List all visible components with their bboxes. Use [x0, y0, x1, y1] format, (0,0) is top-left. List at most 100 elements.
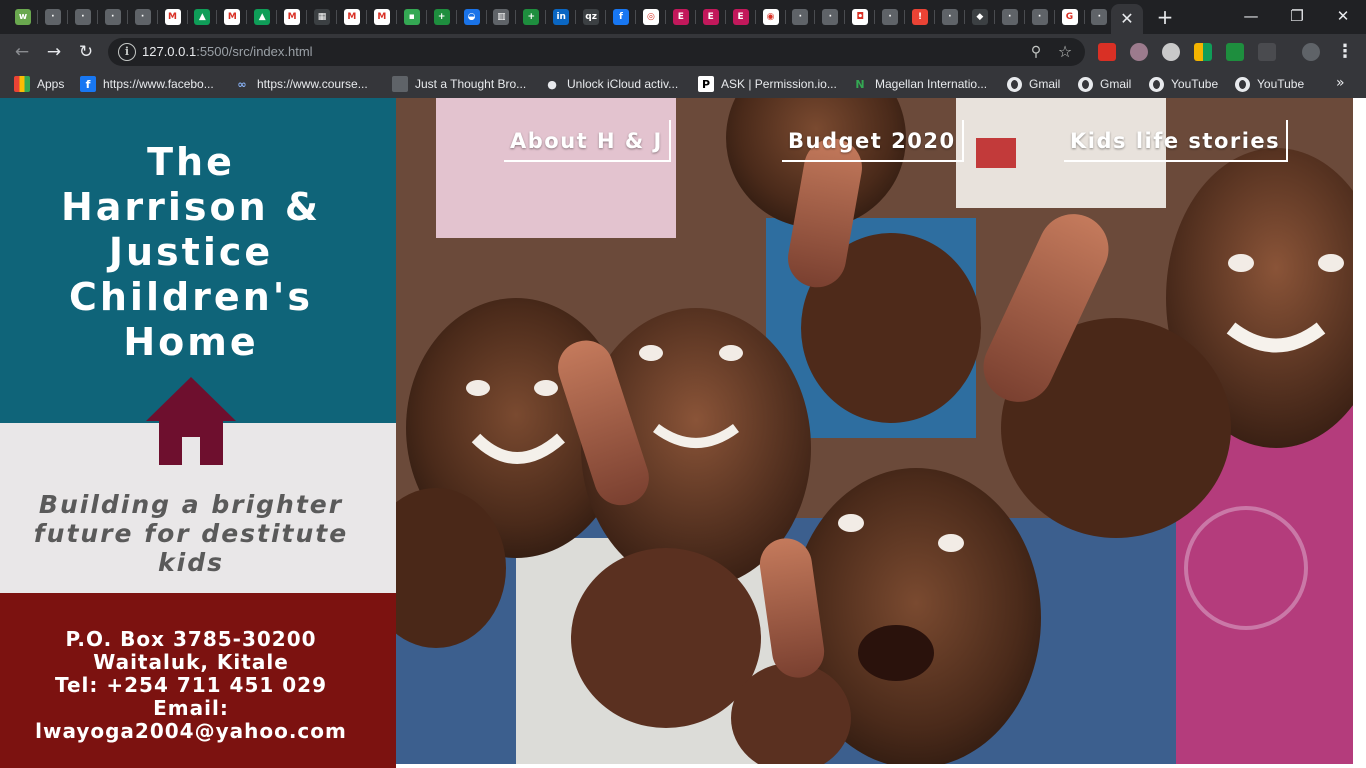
bookmark-item[interactable]: P ASK | Permission.io...: [698, 75, 837, 93]
contact-line: Waitaluk, Kitale: [93, 650, 289, 674]
new-tab-button[interactable]: +: [1154, 6, 1176, 28]
browser-tab[interactable]: E: [728, 5, 756, 29]
browser-tab[interactable]: M: [339, 5, 367, 29]
bookmark-label: Gmail: [1029, 77, 1061, 91]
tab-favicon-icon: +: [523, 9, 540, 25]
window-close-button[interactable]: ✕: [1320, 4, 1366, 28]
tab-favicon-icon: M: [373, 9, 390, 25]
browser-tab[interactable]: ·: [1086, 5, 1115, 29]
browser-tab[interactable]: w: [10, 5, 38, 29]
menu-kebab-icon[interactable]: ⋮: [1336, 41, 1354, 63]
browser-tab[interactable]: ◉: [758, 5, 786, 29]
url-text[interactable]: 127.0.0.1:5500/src/index.html: [142, 44, 313, 59]
bookmark-item[interactable]: YouTube: [1234, 75, 1304, 93]
permission-icon: P: [698, 76, 714, 92]
browser-tab[interactable]: !: [907, 5, 935, 29]
browser-tab[interactable]: ▲: [189, 5, 218, 29]
tab-separator: [216, 10, 218, 24]
tab-separator: [306, 10, 308, 24]
browser-tab[interactable]: ▥: [488, 5, 517, 29]
browser-tab[interactable]: G: [1057, 5, 1085, 29]
browser-tab[interactable]: M: [369, 5, 397, 29]
tab-favicon-icon: in: [553, 9, 570, 25]
bookmark-label: Unlock iCloud activ...: [567, 77, 679, 91]
bookmark-item[interactable]: Gmail: [1077, 75, 1131, 93]
site-info-icon[interactable]: i: [118, 43, 136, 61]
close-icon[interactable]: ✕: [1120, 11, 1133, 27]
browser-tab[interactable]: ·: [817, 5, 846, 29]
tab-favicon-icon: ◒: [463, 9, 480, 25]
tab-favicon-icon: ·: [104, 9, 121, 25]
browser-tab[interactable]: ▪: [399, 5, 427, 29]
contact-line: lwayoga2004@yahoo.com: [35, 719, 347, 743]
bookmark-item[interactable]: Just a Thought Bro...: [392, 75, 526, 93]
browser-tab[interactable]: qz: [578, 5, 607, 29]
tab-favicon-icon: ◎: [642, 9, 659, 25]
browser-tab[interactable]: ·: [100, 5, 128, 29]
browser-tab[interactable]: ·: [40, 5, 68, 29]
bookmark-item[interactable]: N Magellan Internatio...: [852, 75, 987, 93]
browser-tab[interactable]: M: [160, 5, 188, 29]
browser-tab[interactable]: f: [608, 5, 636, 29]
browser-tab[interactable]: M: [219, 5, 248, 29]
tab-favicon-icon: E: [702, 9, 719, 25]
browser-tab[interactable]: ◒: [459, 5, 487, 29]
bookmark-item[interactable]: YouTube: [1148, 75, 1218, 93]
nav-budget-link[interactable]: Budget 2020: [782, 120, 964, 162]
bookmarks-overflow-button[interactable]: »: [1336, 75, 1345, 91]
browser-tab[interactable]: ·: [877, 5, 906, 29]
browser-tab[interactable]: ·: [937, 5, 965, 29]
browser-tab[interactable]: ◎: [638, 5, 666, 29]
extension-circle-icon[interactable]: [1130, 43, 1148, 61]
tab-separator: [515, 10, 517, 24]
minimize-button[interactable]: —: [1228, 4, 1274, 28]
tab-separator: [605, 10, 607, 24]
browser-tab[interactable]: +: [429, 5, 457, 29]
browser-tab[interactable]: E: [698, 5, 726, 29]
browser-tab[interactable]: ·: [787, 5, 816, 29]
restore-button[interactable]: ❐: [1274, 4, 1320, 28]
browser-tab[interactable]: ▲: [249, 5, 278, 29]
tab-favicon-icon: M: [343, 9, 360, 25]
browser-tab[interactable]: in: [548, 5, 577, 29]
extension-gauge-icon[interactable]: [1162, 43, 1180, 61]
title-line: Harrison &: [60, 185, 322, 229]
tab-favicon-icon: ·: [792, 9, 809, 25]
browser-tab[interactable]: ·: [70, 5, 98, 29]
tab-favicon-icon: E: [672, 9, 689, 25]
bookmark-item[interactable]: ● Unlock iCloud activ...: [544, 75, 678, 93]
browser-tab[interactable]: E: [668, 5, 696, 29]
bookmark-star-icon[interactable]: ☆: [1055, 42, 1075, 62]
tab-separator: [963, 10, 965, 24]
browser-tab[interactable]: ▦: [309, 5, 337, 29]
reload-button[interactable]: ↻: [74, 41, 98, 63]
browser-tab[interactable]: ·: [1027, 5, 1055, 29]
browser-tab[interactable]: ·: [130, 5, 158, 29]
browser-tab[interactable]: ◆: [967, 5, 995, 29]
forward-button[interactable]: →: [42, 41, 66, 63]
bookmark-item[interactable]: ∞ https://www.course...: [234, 75, 367, 93]
browser-tab[interactable]: ·: [997, 5, 1025, 29]
title-line: Home: [123, 320, 259, 364]
active-tab[interactable]: ✕: [1111, 4, 1143, 34]
profile-avatar[interactable]: [1302, 43, 1320, 61]
tab-separator: [246, 10, 248, 24]
tab-favicon-icon: ·: [1001, 9, 1018, 25]
search-icon[interactable]: ⚲: [1027, 43, 1045, 61]
back-button[interactable]: ←: [10, 41, 34, 63]
extension-pdf-icon[interactable]: [1098, 43, 1116, 61]
bookmark-item[interactable]: f https://www.facebo...: [80, 75, 214, 93]
address-bar[interactable]: i 127.0.0.1:5500/src/index.html ⚲ ☆: [108, 38, 1085, 66]
browser-tab[interactable]: ◘: [847, 5, 876, 29]
bookmark-item[interactable]: Gmail: [1006, 75, 1060, 93]
extension-doc-icon[interactable]: [1258, 43, 1276, 61]
nav-about-link[interactable]: About H & J: [504, 120, 671, 162]
browser-tab[interactable]: M: [279, 5, 308, 29]
browser-tab[interactable]: +: [518, 5, 547, 29]
extension-grid-icon[interactable]: [1194, 43, 1212, 61]
extension-sheets-icon[interactable]: [1226, 43, 1244, 61]
bookmark-item[interactable]: Apps: [14, 75, 64, 93]
tab-favicon-icon: ▪: [403, 9, 420, 25]
tab-separator: [904, 10, 906, 24]
nav-kids-stories-link[interactable]: Kids life stories: [1064, 120, 1289, 162]
